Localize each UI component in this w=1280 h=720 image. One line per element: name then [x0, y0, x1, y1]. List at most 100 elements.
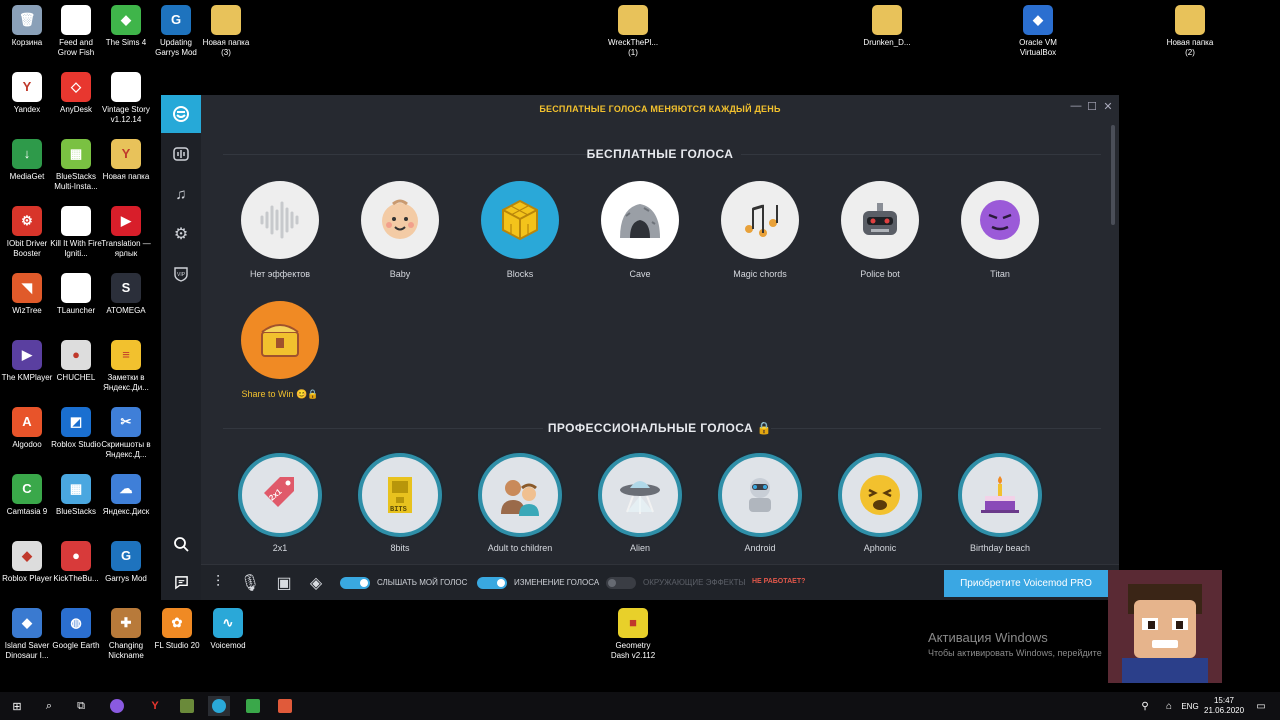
8bit-icon: BITS: [358, 453, 442, 537]
sidebar-music-button[interactable]: ♫: [161, 175, 201, 213]
get-pro-button[interactable]: Приобретите Voicemod PRO: [944, 570, 1108, 597]
desktop-icon[interactable]: Drunken_D...: [860, 5, 914, 48]
desktop-icon[interactable]: ≡ Заметки в Яндекс.Ди...: [99, 340, 153, 393]
not-working-link[interactable]: НЕ РАБОТАЕТ?: [752, 578, 805, 585]
voice-card[interactable]: Blocks: [465, 181, 575, 279]
desktop-icon[interactable]: Y Yandex: [0, 72, 54, 115]
desktop-icon[interactable]: ▦ BlueStacks Multi-Insta...: [49, 139, 103, 192]
desktop-icon[interactable]: Vintage Story v1.12.14: [99, 72, 153, 125]
pro-voice-card[interactable]: Android: [705, 453, 815, 553]
desktop-icon[interactable]: ✂ Скриншоты в Яндекс.Д...: [99, 407, 153, 460]
notifications-button[interactable]: ▭: [1250, 696, 1272, 716]
voice-card[interactable]: Police bot: [825, 181, 935, 279]
desktop-icon[interactable]: ■ Geometry Dash v2.112: [606, 608, 660, 661]
desktop-icon[interactable]: ▦ BlueStacks: [49, 474, 103, 517]
desktop-icon[interactable]: Новая папка (2): [1163, 5, 1217, 58]
desktop-icon[interactable]: ● KickTheBu...: [49, 541, 103, 584]
desktop-icon[interactable]: ☁ Яндекс.Диск: [99, 474, 153, 517]
desktop-icon[interactable]: G Updating Garrys Mod: [149, 5, 203, 58]
background-effects-button[interactable]: ◈: [307, 574, 325, 592]
desktop-icon[interactable]: ◆ Oracle VM VirtualBox: [1011, 5, 1065, 58]
voice-card[interactable]: Baby: [345, 181, 455, 279]
desktop-icon[interactable]: ↓ MediaGet: [0, 139, 54, 182]
taskbar-yandex[interactable]: Y: [144, 696, 166, 716]
voice-card[interactable]: Titan: [945, 181, 1055, 279]
search-button[interactable]: ⌕: [38, 696, 60, 716]
desktop-icon[interactable]: Новая папка (3): [199, 5, 253, 58]
sidebar-vip-button[interactable]: VIP: [161, 255, 201, 293]
voice-card[interactable]: Share to Win 😊🔒: [225, 301, 335, 400]
task-view-button[interactable]: ⧉: [70, 696, 92, 716]
taskbar-recorder[interactable]: [274, 696, 296, 716]
clock[interactable]: 15:47 21.06.2020: [1204, 696, 1244, 716]
taskbar-alice[interactable]: [106, 696, 128, 716]
voice-card[interactable]: Magic chords: [705, 181, 815, 279]
desktop-icon[interactable]: ◥ WizTree: [0, 273, 54, 316]
taskbar-camtasia[interactable]: [242, 696, 264, 716]
desktop-icon[interactable]: Feed and Grow Fish: [49, 5, 103, 58]
pro-voice-card[interactable]: BITS 8bits: [345, 453, 455, 553]
desktop-icon[interactable]: C Camtasia 9: [0, 474, 54, 517]
cake-icon: [958, 453, 1042, 537]
desktop-icon[interactable]: ◆ The Sims 4: [99, 5, 153, 48]
desktop-icon[interactable]: S ATOMEGA: [99, 273, 153, 316]
hear-my-voice-toggle[interactable]: [340, 577, 370, 589]
taskbar-voicemod[interactable]: [208, 696, 230, 716]
voice-changer-toggle[interactable]: [477, 577, 507, 589]
desktop-icon[interactable]: ✚ Changing Nickname: [99, 608, 153, 661]
desktop-icon[interactable]: ✿ FL Studio 20: [150, 608, 204, 651]
desktop-icon[interactable]: Kill It With Fire Igniti...: [49, 206, 103, 259]
sidebar-soundboard-button[interactable]: [161, 135, 201, 173]
desktop-app-icon: ◆: [1023, 5, 1053, 35]
ambient-effects-toggle[interactable]: [606, 577, 636, 589]
pro-voice-card[interactable]: Birthday beach: [945, 453, 1055, 553]
desktop-icon[interactable]: ◇ AnyDesk: [49, 72, 103, 115]
desktop-icon-label: AnyDesk: [59, 105, 92, 114]
desktop-icon-label: Яндекс.Диск: [102, 507, 150, 516]
voice-card[interactable]: Нет эффектов: [225, 181, 335, 279]
language-indicator[interactable]: ENG: [1178, 696, 1202, 716]
desktop-icon[interactable]: WreckThePl... (1): [606, 5, 660, 58]
titan-face-icon: [961, 181, 1039, 259]
desktop-icon[interactable]: Y Новая папка: [99, 139, 153, 182]
desktop-app-icon: [1175, 5, 1205, 35]
desktop-icon[interactable]: ▶ The KMPlayer: [0, 340, 54, 383]
people-icon: ⚲: [1141, 700, 1149, 712]
desktop-icon[interactable]: 🗑 Корзина: [0, 5, 54, 48]
desktop-app-icon: ●: [61, 340, 91, 370]
desktop-icon[interactable]: ∿ Voicemod: [201, 608, 255, 651]
desktop-icon[interactable]: ◩ Roblox Studio: [49, 407, 103, 450]
pro-voice-card[interactable]: Adult to children: [465, 453, 575, 553]
voice-effects-button[interactable]: ▣: [275, 574, 293, 592]
mute-mic-button[interactable]: 🎙: [240, 574, 260, 592]
pro-voice-card[interactable]: Aphonic: [825, 453, 935, 553]
desktop-icon[interactable]: ◆ Roblox Player: [0, 541, 54, 584]
sidebar-chat-button[interactable]: [161, 563, 201, 600]
pro-voice-card[interactable]: Alien: [585, 453, 695, 553]
people-button[interactable]: ⚲: [1134, 696, 1156, 716]
pro-voice-card[interactable]: 2x1 2x1: [225, 453, 335, 553]
start-button[interactable]: ⊞: [6, 696, 28, 716]
sidebar-settings-button[interactable]: ⚙: [161, 215, 201, 253]
search-icon: [174, 537, 189, 552]
sidebar-voicebox-button[interactable]: [161, 95, 201, 133]
network-button[interactable]: ⌂: [1158, 696, 1180, 716]
desktop-icon[interactable]: A Algodoo: [0, 407, 54, 450]
sidebar-search-button[interactable]: [161, 525, 201, 563]
voice-card[interactable]: Cave: [585, 181, 695, 279]
desktop-icon[interactable]: ⚙ IObit Driver Booster: [0, 206, 54, 259]
desktop-icon[interactable]: ◍ Google Earth: [49, 608, 103, 651]
taskbar-minecraft[interactable]: [176, 696, 198, 716]
equalizer-button[interactable]: ⫶: [209, 574, 227, 592]
scrollbar[interactable]: [1111, 125, 1115, 225]
voice-name: Alien: [629, 543, 650, 553]
desktop-icon[interactable]: ◆ Island Saver Dinosaur I...: [0, 608, 54, 661]
music-notes-icon: [721, 181, 799, 259]
close-button[interactable]: ✕: [1099, 97, 1117, 115]
desktop-icon[interactable]: ● CHUCHEL: [49, 340, 103, 383]
desktop-icon[interactable]: ▶ Translation — ярлык: [99, 206, 153, 259]
cave-icon: [601, 181, 679, 259]
desktop-icon[interactable]: TLauncher: [49, 273, 103, 316]
desktop-icon[interactable]: G Garrys Mod: [99, 541, 153, 584]
treasure-chest-icon: [241, 301, 319, 379]
